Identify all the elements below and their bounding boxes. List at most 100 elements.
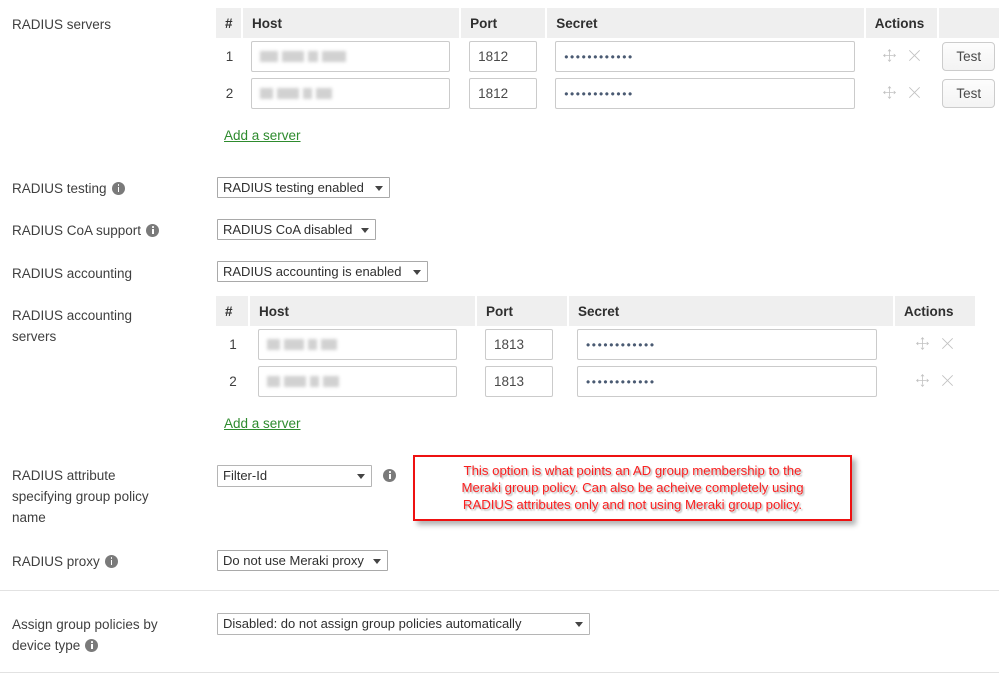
col-header-actions: Actions [865,8,939,38]
radius-attribute-select[interactable]: Filter-Id [217,465,372,487]
col-header-secret: Secret [547,8,866,38]
delete-icon[interactable] [907,48,922,63]
delete-icon[interactable] [940,336,955,351]
redacted-host-value [259,79,441,108]
info-icon[interactable] [85,639,99,652]
move-icon[interactable] [915,336,930,351]
annotation-line-3: RADIUS attributes only and not using Mer… [462,497,803,512]
radius-settings-page: RADIUS servers # Host Port Secret Action… [0,0,999,680]
chevron-down-icon [361,227,369,233]
info-icon[interactable] [111,182,125,195]
host-input[interactable] [250,78,450,109]
bottom-divider [0,672,999,673]
assign-group-policies-value: Disabled: do not assign group policies a… [223,616,522,631]
info-icon[interactable] [383,469,396,482]
table-row: 2 1813 •••••••••••• [216,363,975,400]
host-cell [243,38,461,75]
radius-attribute-value: Filter-Id [223,468,268,483]
secret-input[interactable]: •••••••••••• [555,41,856,72]
radius-coa-value: RADIUS CoA disabled [223,222,353,237]
annotation-line-2: Meraki group policy. Can also be acheive… [461,480,804,495]
host-cell [250,326,477,363]
radius-accounting-value: RADIUS accounting is enabled [223,264,402,279]
label-assign-group-policies: Assign group policies by device type [12,614,187,656]
redacted-host-value [259,42,441,71]
label-radius-coa: RADIUS CoA support [12,220,207,241]
section-divider [0,590,999,591]
test-button[interactable]: Test [942,42,996,71]
host-input[interactable] [250,41,450,72]
test-button[interactable]: Test [942,79,996,108]
col-header-test [938,8,999,38]
actions-cell [866,75,939,112]
port-cell: 1813 [477,326,569,363]
secret-input[interactable]: •••••••••••• [577,329,877,360]
host-cell [243,75,461,112]
label-text: RADIUS proxy [12,554,100,569]
label-radius-testing: RADIUS testing [12,178,207,199]
label-radius-attribute: RADIUS attribute specifying group policy… [12,468,149,525]
host-input[interactable] [258,366,457,397]
delete-icon[interactable] [907,85,922,100]
radius-servers-table: # Host Port Secret Actions 1 1812 ••••••… [216,8,999,112]
radius-proxy-value: Do not use Meraki proxy [223,553,364,568]
label-text: RADIUS testing [12,181,107,196]
move-icon[interactable] [882,48,897,63]
label-radius-accounting: RADIUS accounting [12,266,133,281]
host-input[interactable] [258,329,457,360]
col-header-port: Port [461,8,548,38]
port-cell: 1812 [461,38,547,75]
label-radius-accounting-servers: RADIUS accounting servers [12,308,133,344]
add-a-server-link[interactable]: Add a server [224,416,301,431]
assign-group-policies-select[interactable]: Disabled: do not assign group policies a… [217,613,590,635]
secret-cell: •••••••••••• [547,75,866,112]
radius-accounting-select[interactable]: RADIUS accounting is enabled [217,261,428,282]
port-input[interactable]: 1813 [485,329,553,360]
test-cell: Test [939,75,999,112]
info-icon[interactable] [104,555,118,568]
redacted-host-value [267,330,448,359]
port-input[interactable]: 1812 [469,41,538,72]
col-header-secret: Secret [569,296,895,326]
port-cell: 1812 [461,75,547,112]
row-number: 2 [225,86,234,101]
port-input[interactable]: 1812 [469,78,538,109]
table-row: 1 1812 •••••••••••• Test [216,38,999,75]
actions-cell [895,326,975,363]
secret-input[interactable]: •••••••••••• [577,366,877,397]
move-icon[interactable] [882,85,897,100]
row-number: 2 [229,374,237,389]
label-radius-servers: RADIUS servers [12,17,112,32]
test-cell: Test [939,38,999,75]
table-header-row: # Host Port Secret Actions [216,296,975,326]
row-number: 1 [229,337,237,352]
col-header-host: Host [242,8,462,38]
delete-icon[interactable] [940,373,955,388]
radius-accounting-servers-table: # Host Port Secret Actions 1 1813 ••••••… [216,296,975,400]
col-header-num: # [216,296,250,326]
port-cell: 1813 [477,363,569,400]
secret-cell: •••••••••••• [547,38,866,75]
add-a-server-link[interactable]: Add a server [224,128,301,143]
info-icon[interactable] [146,224,160,237]
chevron-down-icon [375,185,383,191]
secret-input[interactable]: •••••••••••• [555,78,856,109]
secret-masked-value: •••••••••••• [586,338,656,352]
secret-cell: •••••••••••• [569,326,895,363]
port-input[interactable]: 1813 [485,366,553,397]
row-number: 1 [225,49,234,64]
radius-coa-select[interactable]: RADIUS CoA disabled [217,219,376,240]
actions-cell [866,38,939,75]
col-header-host: Host [250,296,477,326]
annotation-callout: This option is what points an AD group m… [413,455,852,521]
radius-proxy-select[interactable]: Do not use Meraki proxy [217,550,388,571]
move-icon[interactable] [915,373,930,388]
col-header-actions: Actions [895,296,975,326]
chevron-down-icon [575,622,583,627]
label-radius-proxy: RADIUS proxy [12,551,207,572]
annotation-line-1: This option is what points an AD group m… [463,463,802,478]
table-row: 2 1812 •••••••••••• Test [216,75,999,112]
radius-testing-select[interactable]: RADIUS testing enabled [217,177,390,198]
radius-testing-value: RADIUS testing enabled [223,180,364,195]
chevron-down-icon [357,474,365,479]
